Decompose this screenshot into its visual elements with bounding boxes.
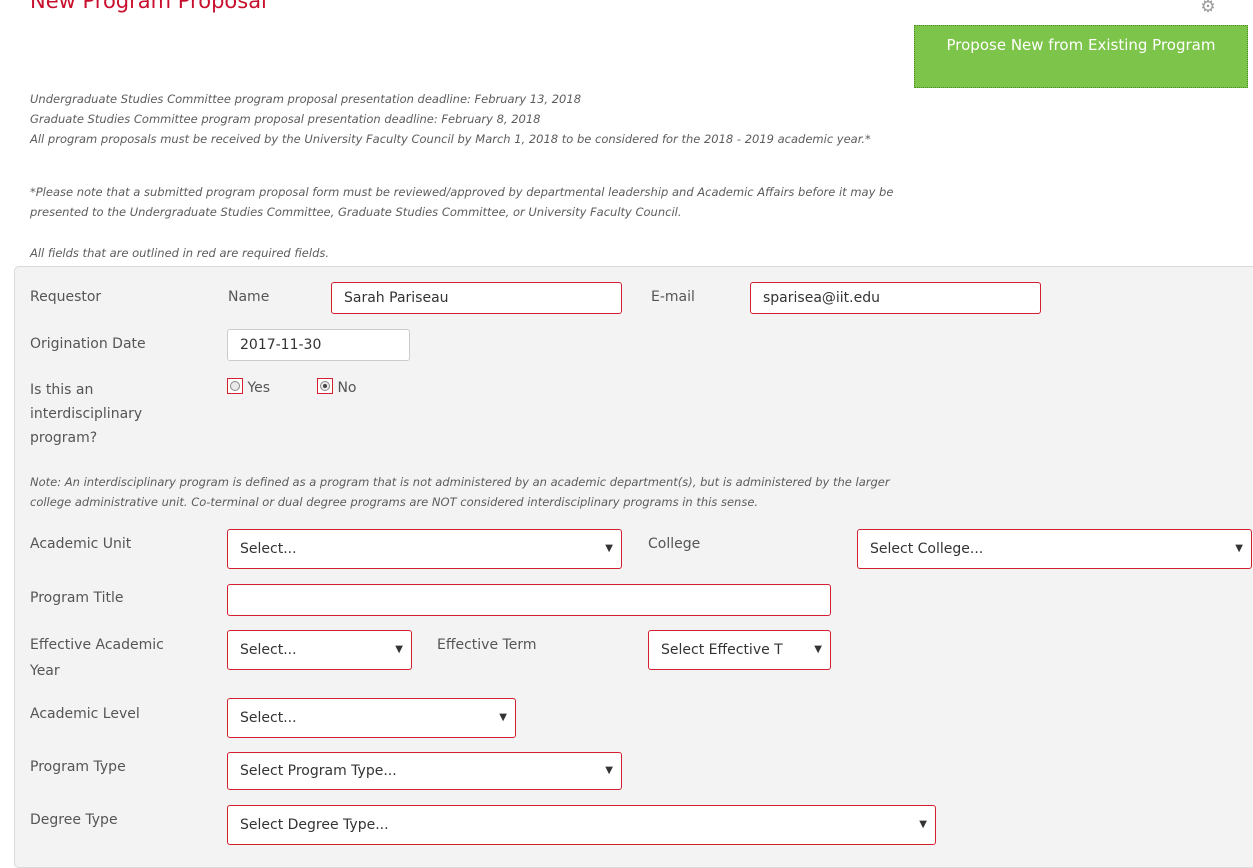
degree-type-select[interactable]: Select Degree Type... ▼: [227, 805, 936, 845]
chevron-down-icon: ▼: [605, 765, 613, 776]
academic-level-select[interactable]: Select... ▼: [227, 698, 516, 738]
name-label: Name: [228, 289, 270, 305]
review-note: *Please note that a submitted program pr…: [30, 182, 1220, 222]
program-title-input[interactable]: [227, 584, 831, 616]
academic-level-label: Academic Level: [30, 706, 140, 722]
interdisciplinary-label-line-2: interdisciplinary: [30, 406, 143, 422]
academic-unit-select[interactable]: Select... ▼: [227, 529, 622, 569]
chevron-down-icon: ▼: [395, 644, 403, 655]
requestor-label: Requestor: [30, 289, 102, 305]
ugsc-deadline-text: Undergraduate Studies Committee program …: [30, 92, 582, 106]
page-title: New Program Proposal: [30, 0, 267, 13]
interdisciplinary-note: Note: An interdisciplinary program is de…: [30, 472, 1220, 512]
effective-term-select[interactable]: Select Effective T ▼: [648, 630, 831, 670]
yes-label: Yes: [247, 380, 271, 396]
required-fields-text: All fields that are outlined in red are …: [30, 246, 330, 260]
chevron-down-icon: ▼: [919, 819, 927, 830]
email-label: E-mail: [651, 289, 695, 305]
effective-year-value: Select...: [240, 642, 297, 658]
effective-term-label: Effective Term: [437, 637, 537, 653]
origination-date-input[interactable]: 2017-11-30: [227, 329, 410, 361]
no-label: No: [337, 380, 357, 396]
program-type-select[interactable]: Select Program Type... ▼: [227, 752, 622, 790]
program-type-label: Program Type: [30, 759, 126, 775]
interdisciplinary-label-line-3: program?: [30, 430, 98, 446]
effective-year-select[interactable]: Select... ▼: [227, 630, 412, 670]
gsc-deadline-text: Graduate Studies Committee program propo…: [30, 112, 541, 126]
degree-type-value: Select Degree Type...: [240, 817, 389, 833]
email-input[interactable]: sparisea@iit.edu: [750, 282, 1041, 314]
effective-term-value: Select Effective T: [661, 642, 783, 658]
college-label: College: [648, 536, 701, 552]
name-input[interactable]: Sarah Pariseau: [331, 282, 622, 314]
program-title-label: Program Title: [30, 590, 124, 606]
interdisciplinary-yes-option[interactable]: Yes: [227, 378, 270, 398]
gear-icon[interactable]: ⚙: [1198, 0, 1218, 17]
interdisciplinary-note-line-1: Note: An interdisciplinary program is de…: [30, 475, 890, 489]
chevron-down-icon: ▼: [605, 543, 613, 554]
college-select[interactable]: Select College... ▼: [857, 529, 1252, 569]
academic-level-value: Select...: [240, 710, 297, 726]
interdisciplinary-no-option[interactable]: No: [317, 378, 357, 398]
required-fields-note: All fields that are outlined in red are …: [30, 243, 1220, 263]
review-note-line-1: *Please note that a submitted program pr…: [30, 185, 894, 199]
ufc-deadline-text: All program proposals must be received b…: [30, 132, 871, 146]
origination-date-label: Origination Date: [30, 336, 146, 352]
deadline-notes: Undergraduate Studies Committee program …: [30, 89, 1220, 149]
yes-radio[interactable]: [227, 378, 243, 394]
review-note-line-2: presented to the Undergraduate Studies C…: [30, 205, 682, 219]
interdisciplinary-label-line-1: Is this an: [30, 382, 94, 398]
no-radio[interactable]: [317, 378, 333, 394]
academic-unit-value: Select...: [240, 541, 297, 557]
academic-unit-label: Academic Unit: [30, 536, 132, 552]
effective-year-label-line-2: Year: [30, 663, 60, 679]
interdisciplinary-note-line-2: college administrative unit. Co-terminal…: [30, 495, 759, 509]
degree-type-label: Degree Type: [30, 812, 118, 828]
program-type-value: Select Program Type...: [240, 763, 397, 779]
effective-year-label-line-1: Effective Academic: [30, 637, 164, 653]
chevron-down-icon: ▼: [1235, 543, 1243, 554]
college-value: Select College...: [870, 541, 984, 557]
chevron-down-icon: ▼: [499, 712, 507, 723]
propose-from-existing-button[interactable]: Propose New from Existing Program: [914, 25, 1248, 88]
chevron-down-icon: ▼: [814, 644, 822, 655]
